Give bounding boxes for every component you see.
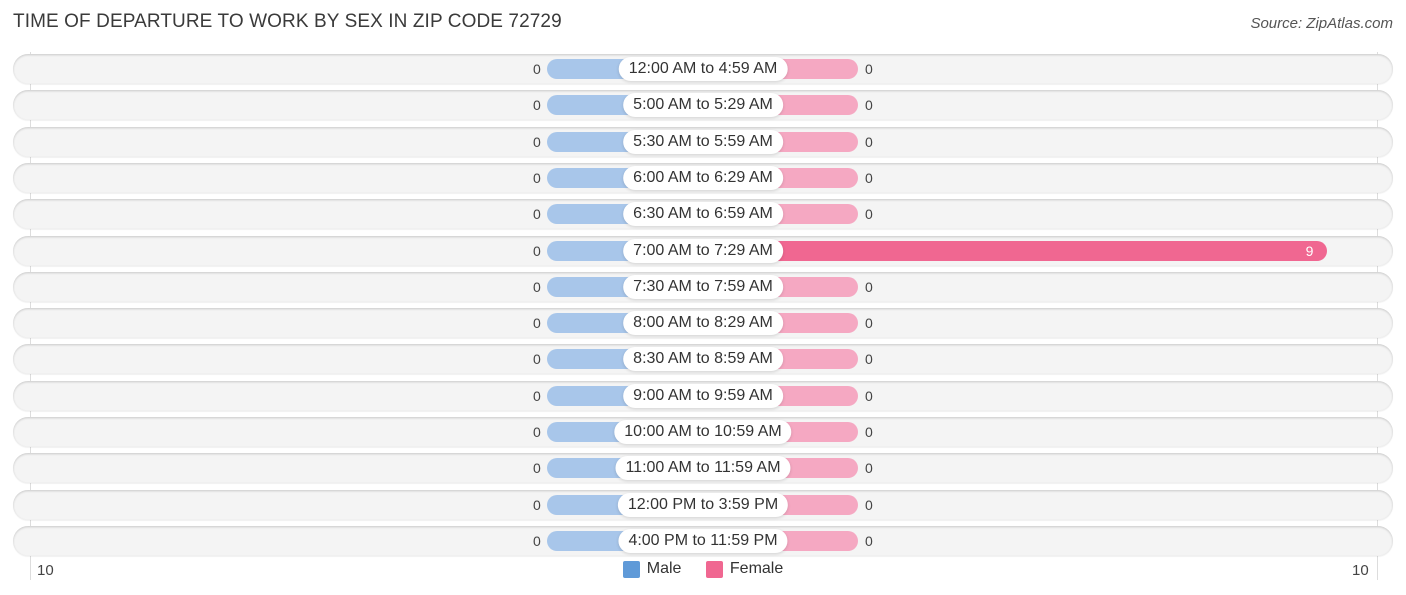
category-label: 5:00 AM to 5:29 AM bbox=[623, 93, 783, 118]
value-label-male: 0 bbox=[533, 206, 541, 223]
value-label-male: 0 bbox=[533, 315, 541, 332]
value-label-female: 0 bbox=[865, 532, 873, 549]
value-label-female: 0 bbox=[865, 387, 873, 404]
value-label-male: 0 bbox=[533, 61, 541, 77]
legend-swatch-male bbox=[622, 560, 640, 578]
value-label-female: 0 bbox=[865, 424, 873, 440]
legend-swatch-female bbox=[705, 560, 723, 578]
category-label: 6:00 AM to 6:29 AM bbox=[623, 165, 783, 190]
category-label: 12:00 PM to 3:59 PM bbox=[617, 492, 789, 517]
value-label-male: 0 bbox=[533, 460, 541, 477]
value-label-male: 0 bbox=[533, 496, 541, 513]
value-label-male: 0 bbox=[533, 133, 541, 150]
category-label: 4:00 PM to 11:59 PM bbox=[618, 528, 788, 553]
category-label: 8:30 AM to 8:59 AM bbox=[623, 347, 783, 372]
value-label-male: 0 bbox=[533, 278, 541, 295]
value-label-female: 0 bbox=[865, 496, 873, 513]
value-label-female: 0 bbox=[865, 61, 873, 77]
legend-item-female[interactable]: Female bbox=[705, 560, 784, 578]
legend: Male Female bbox=[0, 560, 1406, 583]
category-label: 6:30 AM to 6:59 AM bbox=[623, 202, 783, 227]
category-label: 8:00 AM to 8:29 AM bbox=[623, 311, 783, 336]
category-label: 7:30 AM to 7:59 AM bbox=[623, 274, 783, 299]
value-label-male: 0 bbox=[533, 351, 541, 368]
value-label-female: 0 bbox=[865, 206, 873, 223]
value-label-male: 0 bbox=[533, 387, 541, 404]
chart-area: 0 0 12:00 AM to 4:59 AM 0 0 5:00 AM to 5:29 A… bbox=[0, 0, 1406, 595]
value-label-male: 0 bbox=[533, 97, 541, 114]
value-label-female: 0 bbox=[865, 133, 873, 150]
bar-female[interactable] bbox=[703, 240, 1327, 261]
value-label-female: 0 bbox=[865, 169, 873, 186]
value-label-male: 0 bbox=[533, 169, 541, 186]
value-label-female: 0 bbox=[865, 315, 873, 332]
legend-label-female: Female bbox=[729, 560, 784, 577]
legend-label-male: Male bbox=[646, 560, 682, 577]
value-label-female: 0 bbox=[865, 97, 873, 114]
value-label-female: 0 bbox=[865, 460, 873, 477]
value-label-male: 0 bbox=[533, 242, 541, 259]
category-label: 12:00 AM to 4:59 AM bbox=[618, 57, 788, 81]
category-label: 11:00 AM to 11:59 AM bbox=[615, 456, 791, 481]
value-label-female: 0 bbox=[865, 351, 873, 368]
category-label: 10:00 AM to 10:59 AM bbox=[614, 420, 792, 444]
category-label: 7:00 AM to 7:29 AM bbox=[623, 238, 783, 263]
value-label-male: 0 bbox=[533, 424, 541, 440]
value-label-female: 9 bbox=[1305, 242, 1314, 259]
category-label: 5:30 AM to 5:59 AM bbox=[623, 129, 783, 154]
value-label-female: 0 bbox=[865, 278, 873, 295]
value-label-male: 0 bbox=[533, 532, 541, 549]
legend-item-male[interactable]: Male bbox=[622, 560, 682, 578]
category-label: 9:00 AM to 9:59 AM bbox=[623, 383, 783, 408]
